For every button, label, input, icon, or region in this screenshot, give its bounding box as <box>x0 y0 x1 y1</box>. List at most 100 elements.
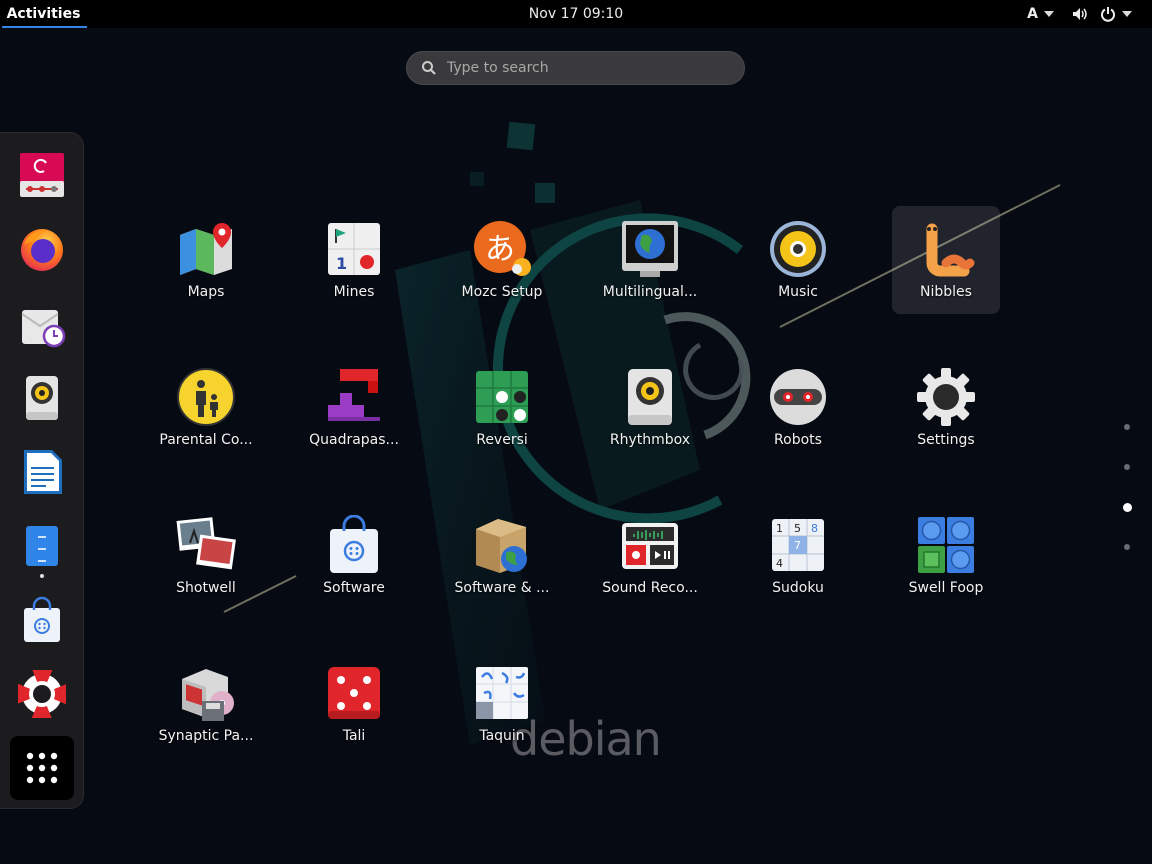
robot-icon <box>770 369 826 425</box>
page-dot-2[interactable] <box>1124 464 1130 470</box>
dock-item-files[interactable] <box>16 520 68 572</box>
app-label: Sound Reco... <box>602 580 698 596</box>
music-speaker-icon <box>770 221 826 277</box>
app-label: Taquin <box>479 728 525 744</box>
app-swell-foop[interactable]: Swell Foop <box>892 502 1000 610</box>
input-source-label: A <box>1027 6 1038 22</box>
chevron-down-icon <box>1122 11 1132 17</box>
speaker-icon <box>628 369 672 425</box>
svg-text:8: 8 <box>811 522 818 535</box>
svg-text:あ: あ <box>485 232 515 267</box>
svg-text:1: 1 <box>336 254 347 273</box>
synaptic-icon <box>182 669 234 721</box>
dock-item-debian-installer[interactable] <box>16 149 68 201</box>
search-bar[interactable] <box>406 51 745 85</box>
app-sound-recorder[interactable]: Sound Reco... <box>596 502 704 610</box>
page-dot-1[interactable] <box>1124 424 1130 430</box>
dash-dock <box>0 132 84 809</box>
app-tali[interactable]: Tali <box>300 650 408 758</box>
app-label: Multilingual... <box>602 284 698 300</box>
volume-icon <box>1073 8 1087 20</box>
dock-item-firefox[interactable] <box>16 223 68 275</box>
app-mines[interactable]: 1 Mines <box>300 206 408 314</box>
app-sudoku[interactable]: 1 5 8 7 4 Sudoku <box>744 502 852 610</box>
app-label: Settings <box>917 432 975 448</box>
shopping-bag-icon <box>330 515 378 573</box>
app-robots[interactable]: Robots <box>744 354 852 462</box>
app-software-updates[interactable]: Software & ... <box>448 502 556 610</box>
shopping-bag-icon <box>24 596 60 642</box>
svg-text:1: 1 <box>776 522 783 535</box>
system-menu[interactable] <box>1066 0 1138 28</box>
show-apps-button[interactable] <box>10 736 74 800</box>
dock-item-rhythmbox[interactable] <box>16 372 68 424</box>
globe-monitor-icon <box>622 221 678 277</box>
mail-clock-icon <box>21 310 66 348</box>
app-synaptic[interactable]: Synaptic Pa... <box>152 650 260 758</box>
parental-icon <box>177 368 235 426</box>
top-bar: Activities Nov 17 09:10 A <box>0 0 1152 28</box>
dock-item-libreoffice-writer[interactable] <box>16 446 68 498</box>
page-dot-3-active[interactable] <box>1123 503 1132 512</box>
app-quadrapassel[interactable]: Quadrapas... <box>300 354 408 462</box>
app-label: Software & ... <box>454 580 550 596</box>
firefox-icon <box>21 229 63 271</box>
worm-icon <box>926 223 975 277</box>
svg-text:5: 5 <box>794 522 801 535</box>
debian-installer-icon <box>20 153 64 197</box>
activities-button[interactable]: Activities <box>0 0 87 28</box>
app-rhythmbox[interactable]: Rhythmbox <box>596 354 704 462</box>
clock-label[interactable]: Nov 17 09:10 <box>529 6 623 22</box>
dock-item-software[interactable] <box>16 594 68 646</box>
app-label: Sudoku <box>772 580 824 596</box>
app-taquin[interactable]: Taquin <box>448 650 556 758</box>
app-label: Quadrapas... <box>309 432 399 448</box>
document-icon <box>24 450 62 494</box>
photos-icon <box>176 517 236 570</box>
app-label: Swell Foop <box>908 580 984 596</box>
dock-item-help[interactable] <box>16 668 68 720</box>
page-dot-4[interactable] <box>1124 544 1130 550</box>
speaker-icon <box>26 376 58 420</box>
clock: Nov 17 09:10 <box>0 0 1152 28</box>
app-label: Rhythmbox <box>609 432 691 448</box>
svg-text:4: 4 <box>776 557 783 570</box>
app-grid-icon <box>26 752 58 784</box>
mozc-icon: あ <box>474 221 531 276</box>
app-label: Reversi <box>476 432 528 448</box>
app-settings[interactable]: Settings <box>892 354 1000 462</box>
reversi-icon <box>476 371 528 423</box>
input-source-menu[interactable]: A <box>1021 0 1060 28</box>
app-shotwell[interactable]: Shotwell <box>152 502 260 610</box>
swell-foop-icon <box>918 517 974 573</box>
app-music[interactable]: Music <box>744 206 852 314</box>
app-label: Maps <box>187 284 225 300</box>
app-parental-controls[interactable]: Parental Co... <box>152 354 260 462</box>
app-label: Software <box>323 580 385 596</box>
app-label: Music <box>778 284 818 300</box>
recorder-icon <box>622 523 678 569</box>
app-label: Mines <box>333 284 375 300</box>
dock-item-evolution[interactable] <box>16 298 68 350</box>
dice-icon <box>328 667 380 719</box>
search-input[interactable] <box>445 59 729 77</box>
map-icon <box>180 223 232 275</box>
power-icon <box>1101 7 1115 22</box>
app-maps[interactable]: Maps <box>152 206 260 314</box>
mines-icon: 1 <box>328 223 380 275</box>
svg-text:7: 7 <box>794 539 801 552</box>
app-reversi[interactable]: Reversi <box>448 354 556 462</box>
chevron-down-icon <box>1044 11 1054 17</box>
app-software[interactable]: Software <box>300 502 408 610</box>
app-label: Robots <box>774 432 822 448</box>
app-mozc-setup[interactable]: あ Mozc Setup <box>448 206 556 314</box>
file-cabinet-icon <box>26 526 58 566</box>
app-label: Parental Co... <box>159 432 253 448</box>
system-tray: A <box>1021 0 1138 28</box>
app-nibbles[interactable]: Nibbles <box>892 206 1000 314</box>
app-label: Shotwell <box>176 580 236 596</box>
lifebuoy-icon <box>18 670 66 718</box>
blocks-icon <box>328 369 380 421</box>
app-multilingual[interactable]: Multilingual... <box>596 206 704 314</box>
app-label: Mozc Setup <box>461 284 543 300</box>
